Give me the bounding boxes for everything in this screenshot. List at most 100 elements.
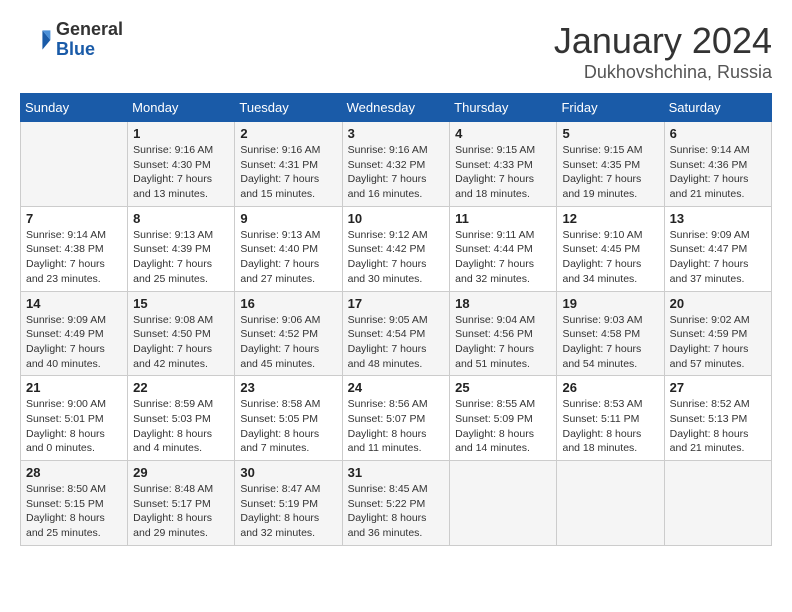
day-number: 3 <box>348 126 445 141</box>
day-of-week-header: Monday <box>128 94 235 122</box>
day-info: Sunrise: 8:52 AMSunset: 5:13 PMDaylight:… <box>670 397 766 456</box>
calendar-cell: 14Sunrise: 9:09 AMSunset: 4:49 PMDayligh… <box>21 291 128 376</box>
day-number: 1 <box>133 126 229 141</box>
calendar-cell: 23 Sunrise: 8:58 AMSunset: 5:05 PMDayligh… <box>235 376 342 461</box>
day-number: 26 <box>562 380 658 395</box>
day-of-week-header: Wednesday <box>342 94 450 122</box>
day-of-week-header: Friday <box>557 94 664 122</box>
day-number: 22 <box>133 380 229 395</box>
calendar-cell: 12 Sunrise: 9:10 AMSunset: 4:45 PMDayligh… <box>557 206 664 291</box>
day-number: 31 <box>348 465 445 480</box>
calendar-week-row: 28Sunrise: 8:50 AMSunset: 5:15 PMDayligh… <box>21 461 772 546</box>
calendar-table: SundayMondayTuesdayWednesdayThursdayFrid… <box>20 93 772 546</box>
calendar-week-row: 14Sunrise: 9:09 AMSunset: 4:49 PMDayligh… <box>21 291 772 376</box>
day-info: Sunrise: 9:12 AMSunset: 4:42 PMDaylight:… <box>348 228 445 287</box>
day-of-week-header: Tuesday <box>235 94 342 122</box>
day-info: Sunrise: 9:11 AMSunset: 4:44 PMDaylight:… <box>455 228 551 287</box>
day-number: 20 <box>670 296 766 311</box>
day-number: 27 <box>670 380 766 395</box>
calendar-cell: 28Sunrise: 8:50 AMSunset: 5:15 PMDayligh… <box>21 461 128 546</box>
calendar-cell: 27 Sunrise: 8:52 AMSunset: 5:13 PMDayligh… <box>664 376 771 461</box>
day-info: Sunrise: 9:05 AMSunset: 4:54 PMDaylight:… <box>348 313 445 372</box>
day-number: 2 <box>240 126 336 141</box>
calendar-week-row: 21 Sunrise: 9:00 AMSunset: 5:01 PMDayligh… <box>21 376 772 461</box>
calendar-cell: 5Sunrise: 9:15 AMSunset: 4:35 PMDaylight… <box>557 122 664 207</box>
calendar-cell: 1 Sunrise: 9:16 AMSunset: 4:30 PMDaylight… <box>128 122 235 207</box>
day-info: Sunrise: 9:02 AMSunset: 4:59 PMDaylight:… <box>670 313 766 372</box>
calendar-cell: 20 Sunrise: 9:02 AMSunset: 4:59 PMDayligh… <box>664 291 771 376</box>
calendar-week-row: 1 Sunrise: 9:16 AMSunset: 4:30 PMDaylight… <box>21 122 772 207</box>
day-number: 9 <box>240 211 336 226</box>
calendar-cell: 29Sunrise: 8:48 AMSunset: 5:17 PMDayligh… <box>128 461 235 546</box>
day-number: 23 <box>240 380 336 395</box>
header-row: SundayMondayTuesdayWednesdayThursdayFrid… <box>21 94 772 122</box>
calendar-cell: 26 Sunrise: 8:53 AMSunset: 5:11 PMDayligh… <box>557 376 664 461</box>
calendar-cell <box>450 461 557 546</box>
calendar-cell: 2 Sunrise: 9:16 AMSunset: 4:31 PMDaylight… <box>235 122 342 207</box>
calendar-cell: 15Sunrise: 9:08 AMSunset: 4:50 PMDayligh… <box>128 291 235 376</box>
calendar-title: January 2024 <box>554 20 772 62</box>
day-info: Sunrise: 9:10 AMSunset: 4:45 PMDaylight:… <box>562 228 658 287</box>
day-info: Sunrise: 8:50 AMSunset: 5:15 PMDaylight:… <box>26 482 122 541</box>
day-info: Sunrise: 9:16 AMSunset: 4:31 PMDaylight:… <box>240 143 336 202</box>
calendar-week-row: 7Sunrise: 9:14 AMSunset: 4:38 PMDaylight… <box>21 206 772 291</box>
day-number: 6 <box>670 126 766 141</box>
logo-general-text: General <box>56 19 123 39</box>
calendar-cell: 7Sunrise: 9:14 AMSunset: 4:38 PMDaylight… <box>21 206 128 291</box>
day-number: 14 <box>26 296 122 311</box>
calendar-location: Dukhovshchina, Russia <box>554 62 772 83</box>
day-info: Sunrise: 8:53 AMSunset: 5:11 PMDaylight:… <box>562 397 658 456</box>
day-number: 30 <box>240 465 336 480</box>
day-info: Sunrise: 9:15 AMSunset: 4:33 PMDaylight:… <box>455 143 551 202</box>
calendar-cell: 8 Sunrise: 9:13 AMSunset: 4:39 PMDaylight… <box>128 206 235 291</box>
day-number: 16 <box>240 296 336 311</box>
calendar-cell: 16 Sunrise: 9:06 AMSunset: 4:52 PMDayligh… <box>235 291 342 376</box>
logo-blue-text: Blue <box>56 39 95 59</box>
day-number: 21 <box>26 380 122 395</box>
day-info: Sunrise: 9:08 AMSunset: 4:50 PMDaylight:… <box>133 313 229 372</box>
calendar-cell: 31 Sunrise: 8:45 AMSunset: 5:22 PMDayligh… <box>342 461 450 546</box>
calendar-cell: 17 Sunrise: 9:05 AMSunset: 4:54 PMDayligh… <box>342 291 450 376</box>
calendar-cell: 18Sunrise: 9:04 AMSunset: 4:56 PMDayligh… <box>450 291 557 376</box>
title-block: January 2024 Dukhovshchina, Russia <box>554 20 772 83</box>
day-number: 8 <box>133 211 229 226</box>
day-info: Sunrise: 9:06 AMSunset: 4:52 PMDaylight:… <box>240 313 336 372</box>
day-of-week-header: Thursday <box>450 94 557 122</box>
day-info: Sunrise: 9:03 AMSunset: 4:58 PMDaylight:… <box>562 313 658 372</box>
day-info: Sunrise: 9:00 AMSunset: 5:01 PMDaylight:… <box>26 397 122 456</box>
day-info: Sunrise: 9:14 AMSunset: 4:36 PMDaylight:… <box>670 143 766 202</box>
day-info: Sunrise: 8:58 AMSunset: 5:05 PMDaylight:… <box>240 397 336 456</box>
day-number: 13 <box>670 211 766 226</box>
day-number: 10 <box>348 211 445 226</box>
day-info: Sunrise: 8:59 AMSunset: 5:03 PMDaylight:… <box>133 397 229 456</box>
day-info: Sunrise: 9:13 AMSunset: 4:40 PMDaylight:… <box>240 228 336 287</box>
calendar-cell <box>21 122 128 207</box>
calendar-cell: 13Sunrise: 9:09 AMSunset: 4:47 PMDayligh… <box>664 206 771 291</box>
day-number: 17 <box>348 296 445 311</box>
calendar-cell: 30 Sunrise: 8:47 AMSunset: 5:19 PMDayligh… <box>235 461 342 546</box>
calendar-cell: 6 Sunrise: 9:14 AMSunset: 4:36 PMDaylight… <box>664 122 771 207</box>
day-info: Sunrise: 8:56 AMSunset: 5:07 PMDaylight:… <box>348 397 445 456</box>
day-number: 5 <box>562 126 658 141</box>
calendar-cell: 19 Sunrise: 9:03 AMSunset: 4:58 PMDayligh… <box>557 291 664 376</box>
calendar-cell: 9 Sunrise: 9:13 AMSunset: 4:40 PMDaylight… <box>235 206 342 291</box>
logo: General Blue <box>20 20 123 60</box>
day-number: 12 <box>562 211 658 226</box>
calendar-cell: 21 Sunrise: 9:00 AMSunset: 5:01 PMDayligh… <box>21 376 128 461</box>
day-info: Sunrise: 9:16 AMSunset: 4:32 PMDaylight:… <box>348 143 445 202</box>
day-of-week-header: Saturday <box>664 94 771 122</box>
logo-text: General Blue <box>56 20 123 60</box>
calendar-cell: 10 Sunrise: 9:12 AMSunset: 4:42 PMDayligh… <box>342 206 450 291</box>
calendar-cell: 24Sunrise: 8:56 AMSunset: 5:07 PMDayligh… <box>342 376 450 461</box>
day-number: 19 <box>562 296 658 311</box>
day-number: 4 <box>455 126 551 141</box>
calendar-cell: 3 Sunrise: 9:16 AMSunset: 4:32 PMDaylight… <box>342 122 450 207</box>
calendar-cell <box>664 461 771 546</box>
day-info: Sunrise: 9:04 AMSunset: 4:56 PMDaylight:… <box>455 313 551 372</box>
day-info: Sunrise: 9:16 AMSunset: 4:30 PMDaylight:… <box>133 143 229 202</box>
day-info: Sunrise: 8:47 AMSunset: 5:19 PMDaylight:… <box>240 482 336 541</box>
day-info: Sunrise: 8:45 AMSunset: 5:22 PMDaylight:… <box>348 482 445 541</box>
day-number: 11 <box>455 211 551 226</box>
logo-icon <box>20 24 52 56</box>
day-info: Sunrise: 9:13 AMSunset: 4:39 PMDaylight:… <box>133 228 229 287</box>
